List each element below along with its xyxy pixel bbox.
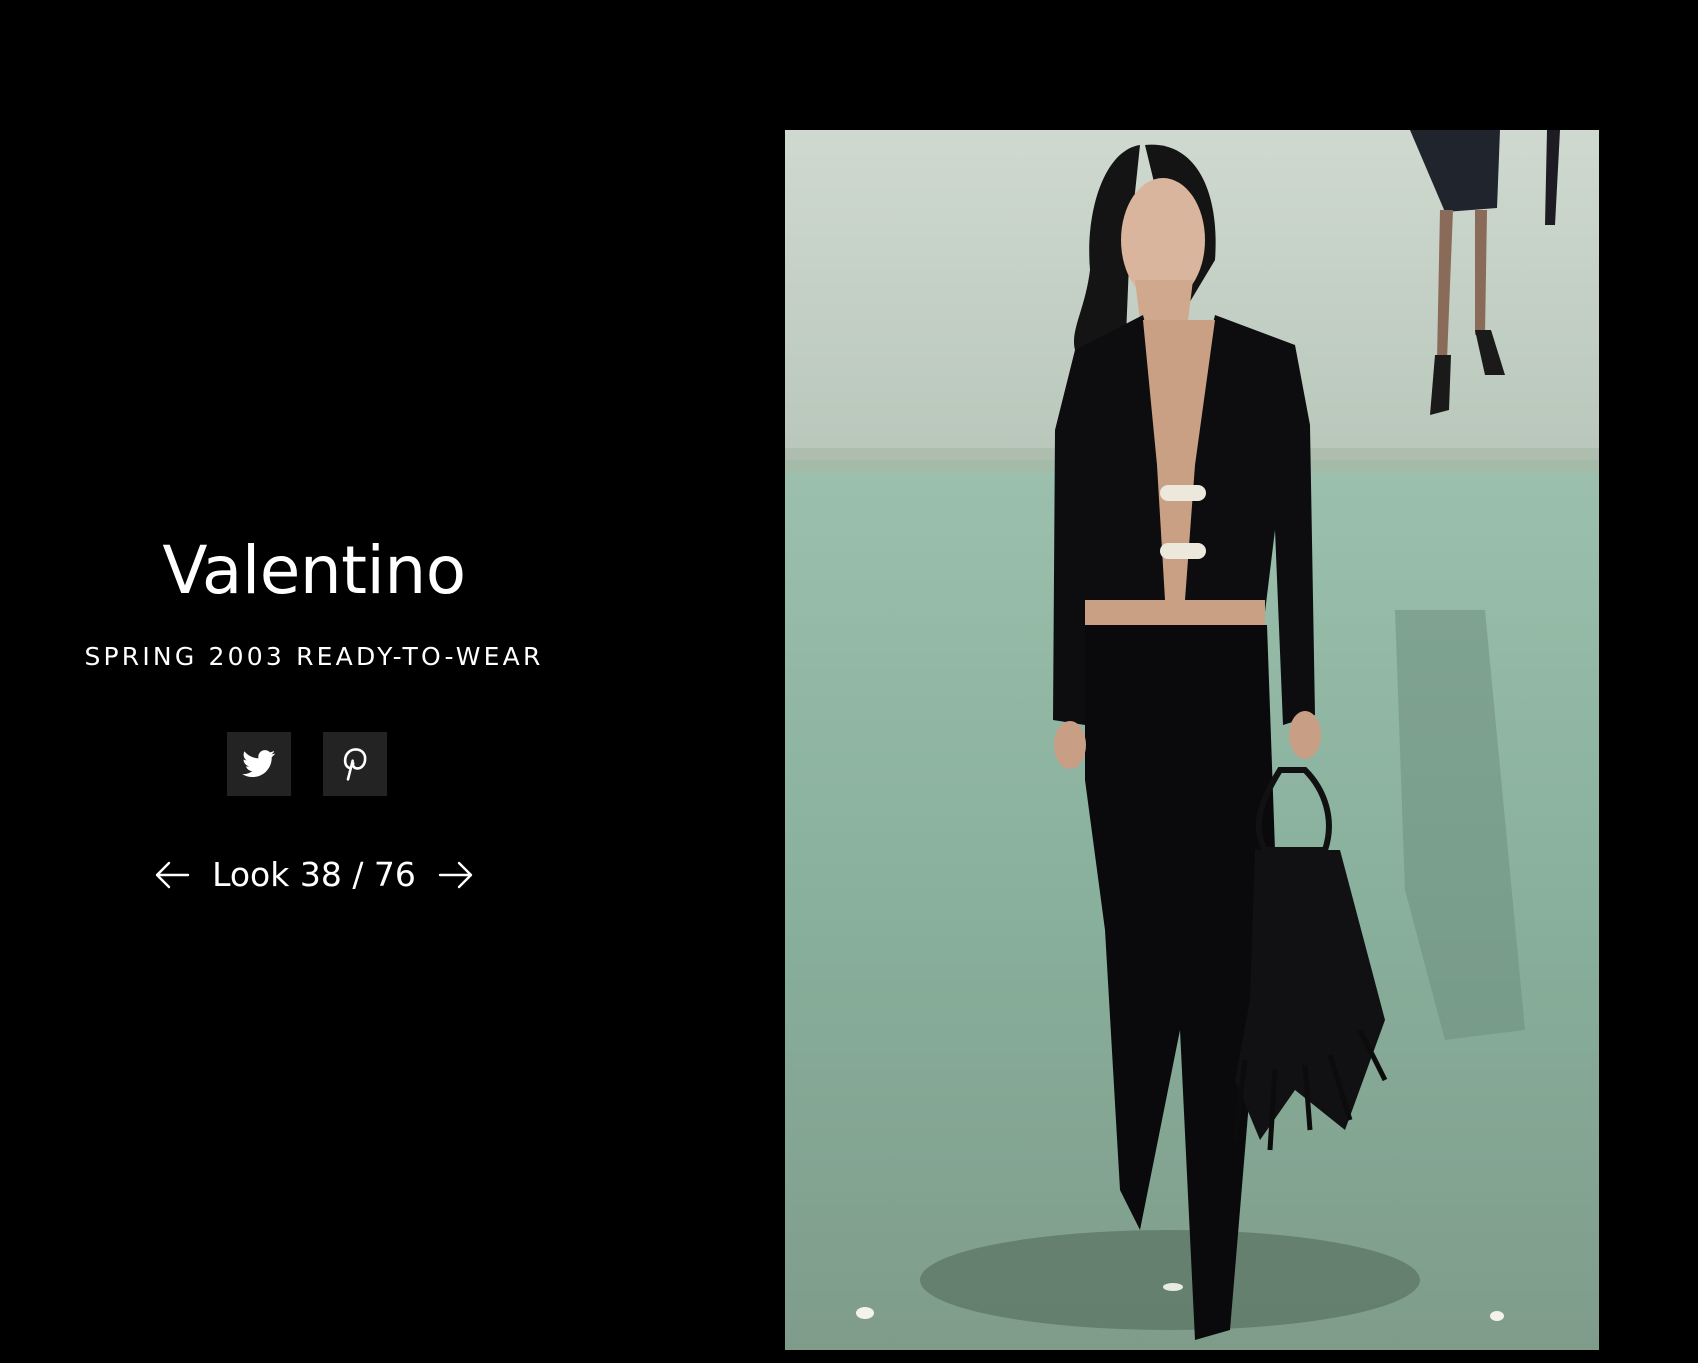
- look-info-panel: Valentino SPRING 2003 READY-TO-WEAR Look…: [0, 0, 628, 1363]
- look-pager: Look 38 / 76: [0, 850, 628, 900]
- twitter-icon: [242, 750, 276, 778]
- pinterest-icon: [343, 748, 367, 781]
- designer-name: Valentino: [162, 532, 466, 609]
- look-counter: Look 38 / 76: [212, 855, 416, 894]
- twitter-share-button[interactable]: [227, 732, 291, 796]
- arrow-left-icon: [155, 861, 190, 889]
- pinterest-share-button[interactable]: [323, 732, 387, 796]
- runway-look-photo: [785, 130, 1599, 1350]
- collection-season: SPRING 2003 READY-TO-WEAR: [84, 642, 544, 671]
- arrow-right-icon: [438, 861, 473, 889]
- next-look-button[interactable]: [438, 857, 474, 893]
- previous-look-button[interactable]: [154, 857, 190, 893]
- runway-photo-illustration: [785, 130, 1599, 1350]
